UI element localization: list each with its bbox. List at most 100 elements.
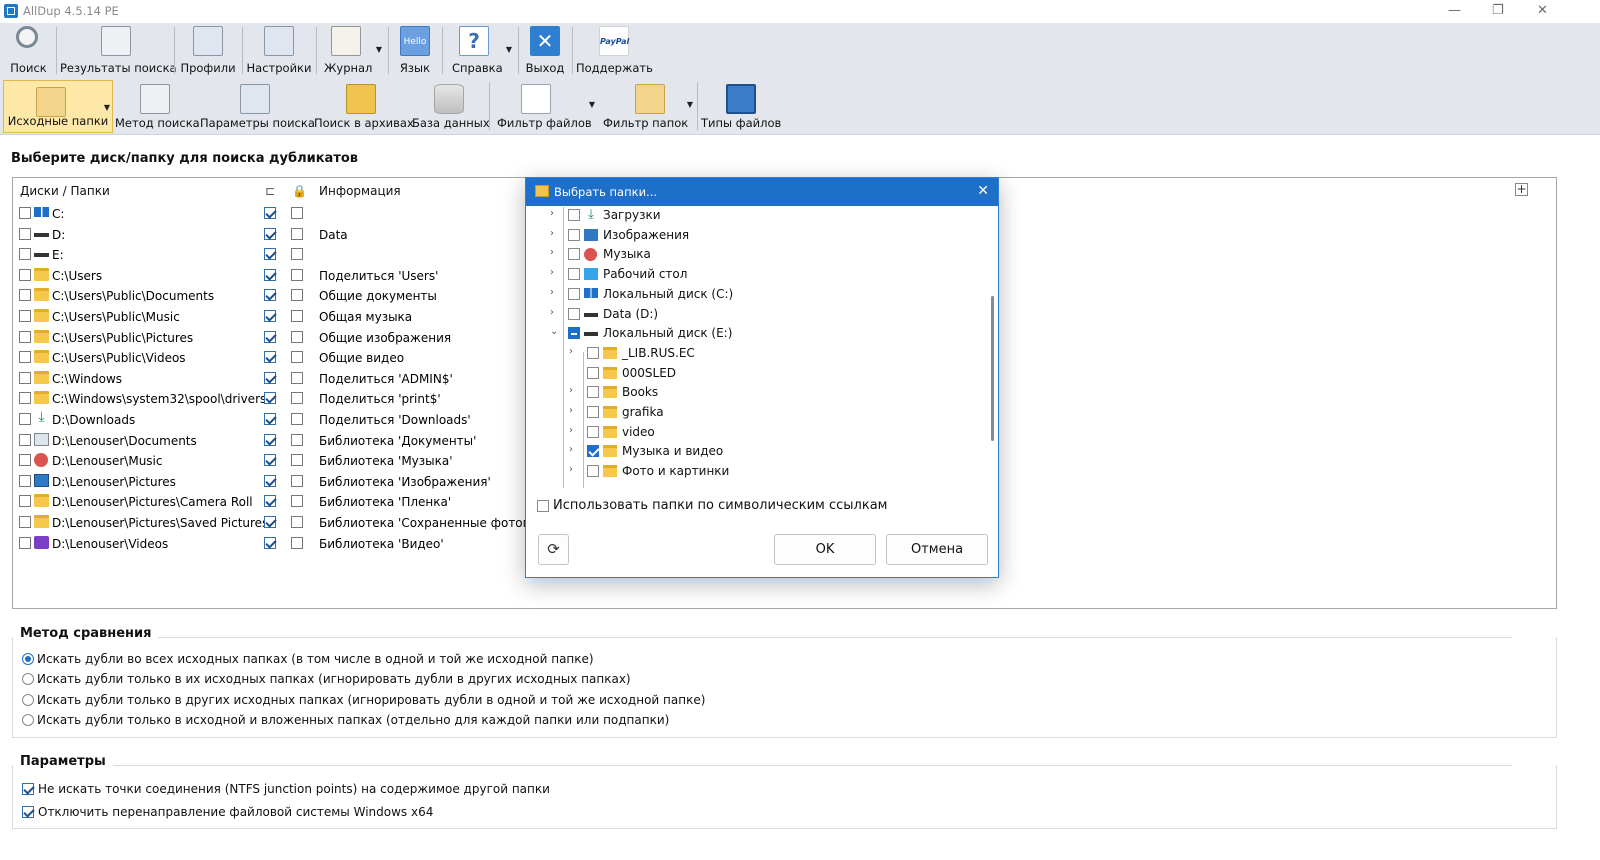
tree-item[interactable]: › Локальный диск (C:) [536, 285, 956, 304]
help-button[interactable]: ? Справка ▼ [446, 23, 514, 78]
tree-item[interactable]: ⌄ Локальный диск (E:) [536, 324, 956, 343]
tree-item-checkbox[interactable] [587, 366, 599, 379]
tree-item[interactable]: › Фото и картинки [536, 462, 956, 481]
dropdown-arrow-icon[interactable]: ▼ [506, 45, 512, 54]
tree-item-checkbox[interactable] [568, 209, 580, 221]
profiles-button[interactable]: Профили [178, 23, 238, 78]
search-button[interactable]: Поиск [5, 23, 52, 78]
add-folder-icon[interactable]: + [1515, 183, 1528, 196]
include-subfolders-checkbox[interactable] [264, 248, 276, 261]
protect-checkbox[interactable] [291, 248, 303, 261]
row-select-checkbox[interactable] [19, 330, 31, 343]
cancel-button[interactable]: Отмена [886, 534, 988, 565]
chevron-right-icon[interactable]: › [569, 425, 573, 436]
folder-row[interactable]: D:\Lenouser\Videos Библиотека 'Видео' [13, 534, 553, 554]
refresh-button[interactable]: ⟳ [538, 534, 569, 565]
donate-button[interactable]: PayPal Поддержать [576, 23, 653, 78]
close-window-icon[interactable]: ✕ [1537, 3, 1548, 18]
archive-search-button[interactable]: Поиск в архивах [314, 78, 414, 134]
tree-item[interactable]: › _LIB.RUS.EC [536, 344, 956, 363]
chevron-right-icon[interactable]: › [550, 228, 554, 239]
chevron-right-icon[interactable]: › [569, 346, 573, 357]
folder-row[interactable]: E: [13, 245, 553, 265]
include-subfolders-checkbox[interactable] [264, 207, 276, 219]
folder-row[interactable]: D:\Lenouser\Music Библиотека 'Музыка' [13, 451, 553, 471]
include-subfolders-checkbox[interactable] [264, 516, 276, 528]
tree-item[interactable]: 000SLED [536, 364, 956, 383]
compare-method-option[interactable]: Искать дубли только в других исходных па… [37, 693, 705, 707]
protect-checkbox[interactable] [291, 536, 303, 549]
folder-row[interactable]: C:\Users\Public\Pictures Общие изображени… [13, 328, 553, 348]
dialog-close-icon[interactable]: ✕ [977, 183, 989, 199]
tree-item[interactable]: › ⤓ Загрузки [536, 207, 956, 225]
chevron-right-icon[interactable]: › [550, 208, 554, 219]
folder-row[interactable]: C:\Windows\system32\spool\drivers Поделит… [13, 389, 553, 409]
include-subfolders-checkbox[interactable] [264, 392, 276, 405]
symlink-checkbox[interactable] [537, 500, 549, 512]
row-select-checkbox[interactable] [19, 207, 31, 219]
search-results-button[interactable]: Результаты поиска [60, 23, 177, 78]
folder-row[interactable]: D:\Lenouser\Pictures\Camera Roll Библиоте… [13, 492, 553, 512]
minimize-icon[interactable]: — [1448, 3, 1461, 18]
search-params-button[interactable]: Параметры поиска [200, 78, 315, 134]
source-folders-button[interactable]: Исходные папки ▼ [3, 80, 113, 133]
parameter-checkbox[interactable] [22, 806, 34, 818]
dropdown-arrow-icon[interactable]: ▼ [687, 100, 693, 109]
folder-row[interactable]: D:\Lenouser\Pictures Библиотека 'Изображе… [13, 472, 553, 492]
protect-checkbox[interactable] [291, 413, 303, 425]
row-select-checkbox[interactable] [19, 536, 31, 549]
protect-checkbox[interactable] [291, 289, 303, 302]
protect-checkbox[interactable] [291, 351, 303, 364]
tree-item-checkbox[interactable] [587, 465, 599, 478]
tree-item-checkbox[interactable] [587, 445, 599, 458]
dropdown-arrow-icon[interactable]: ▼ [376, 45, 382, 54]
include-subfolders-checkbox[interactable] [264, 495, 276, 508]
tree-item-checkbox[interactable] [587, 406, 599, 418]
chevron-right-icon[interactable]: › [569, 464, 573, 475]
row-select-checkbox[interactable] [19, 413, 31, 425]
row-select-checkbox[interactable] [19, 433, 31, 446]
restore-icon[interactable]: ❐ [1492, 3, 1504, 18]
tree-item[interactable]: › Рабочий стол [536, 265, 956, 284]
compare-method-radio[interactable] [22, 653, 34, 665]
column-header-info[interactable]: Информация [319, 184, 401, 198]
compare-method-option[interactable]: Искать дубли только в их исходных папках… [37, 672, 631, 686]
folder-row[interactable]: C:\Users\Public\Documents Общие документы [13, 286, 553, 306]
tree-item[interactable]: › Музыка и видео [536, 442, 956, 461]
protect-checkbox[interactable] [291, 310, 303, 322]
compare-method-option[interactable]: Искать дубли во всех исходных папках (в … [37, 652, 594, 666]
chevron-right-icon[interactable]: › [569, 405, 573, 416]
row-select-checkbox[interactable] [19, 371, 31, 384]
include-subfolders-checkbox[interactable] [264, 433, 276, 446]
exit-button[interactable]: ✕ Выход [522, 23, 568, 78]
chevron-down-icon[interactable]: ⌄ [550, 326, 558, 337]
tree-item-checkbox[interactable] [568, 228, 580, 241]
include-subfolders-checkbox[interactable] [264, 310, 276, 322]
protect-checkbox[interactable] [291, 495, 303, 508]
subfolders-icon[interactable]: ⊏ [265, 184, 275, 198]
include-subfolders-checkbox[interactable] [264, 454, 276, 467]
dropdown-arrow-icon[interactable]: ▼ [589, 100, 595, 109]
compare-method-radio[interactable] [22, 673, 34, 686]
tree-item[interactable]: › video [536, 423, 956, 442]
protect-checkbox[interactable] [291, 227, 303, 240]
dropdown-arrow-icon[interactable]: ▼ [104, 103, 110, 112]
row-select-checkbox[interactable] [19, 248, 31, 261]
protect-checkbox[interactable] [291, 392, 303, 405]
folder-row[interactable]: C:\Users\Public\Videos Общие видео [13, 348, 553, 368]
include-subfolders-checkbox[interactable] [264, 474, 276, 487]
chevron-right-icon[interactable]: › [569, 385, 573, 396]
protect-checkbox[interactable] [291, 433, 303, 446]
compare-method-radio[interactable] [22, 693, 34, 706]
folder-row[interactable]: C: [13, 204, 553, 224]
tree-item[interactable]: › Музыка [536, 245, 956, 264]
include-subfolders-checkbox[interactable] [264, 536, 276, 549]
folder-row[interactable]: D:\Lenouser\Documents Библиотека 'Докумен… [13, 431, 553, 451]
chevron-right-icon[interactable]: › [550, 307, 554, 318]
file-types-button[interactable]: Типы файлов [701, 78, 781, 134]
row-select-checkbox[interactable] [19, 268, 31, 281]
lock-icon[interactable]: 🔒 [292, 184, 307, 198]
protect-checkbox[interactable] [291, 474, 303, 487]
include-subfolders-checkbox[interactable] [264, 227, 276, 240]
tree-item-checkbox[interactable] [568, 307, 580, 320]
